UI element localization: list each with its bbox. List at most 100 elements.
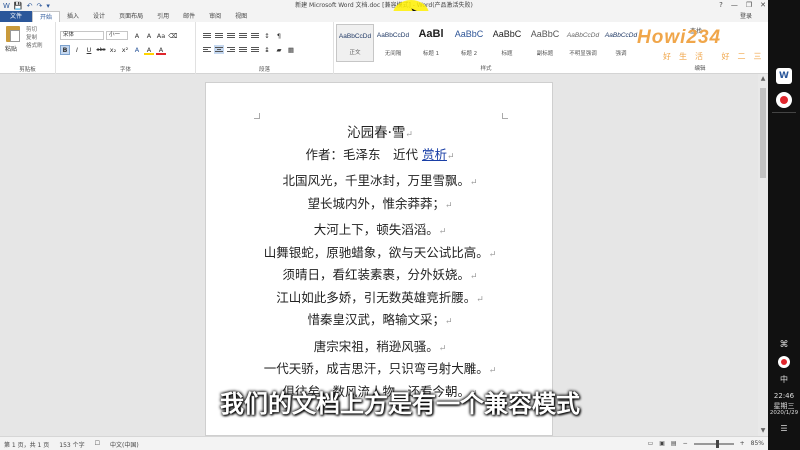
paste-button[interactable]: 粘贴 [5,44,17,53]
bullets-icon[interactable] [202,31,212,40]
shading-icon[interactable]: ▰ [274,45,284,55]
align-left-icon[interactable] [202,45,212,54]
poem-line: 须晴日，看红装素裹，分外妖娆。↵ [282,267,478,282]
grow-font-icon[interactable]: A [132,31,142,41]
divider [772,112,796,113]
appreciation-link[interactable]: 赏析 [422,147,447,162]
tab-view[interactable]: 视图 [228,11,254,22]
print-layout-icon[interactable]: ▣ [659,440,665,447]
show-marks-icon[interactable]: ¶ [274,31,284,41]
record-icon[interactable] [776,92,792,108]
increase-indent-icon[interactable] [250,31,260,40]
zoom-level[interactable]: 85% [751,440,764,447]
justify-icon[interactable] [238,45,248,54]
decrease-indent-icon[interactable] [238,31,248,40]
distribute-icon[interactable] [250,45,260,54]
zoom-out-icon[interactable]: − [683,440,688,447]
close-button[interactable]: ✕ [760,0,766,10]
multilevel-list-icon[interactable] [226,31,236,40]
scroll-up-icon[interactable]: ▲ [758,74,768,84]
tab-design[interactable]: 设计 [86,11,112,22]
tray-record-icon[interactable] [778,356,790,368]
help-icon[interactable]: ? [719,0,723,10]
style-no-spacing[interactable]: AaBbCcDd 无间隔 [374,24,412,62]
tab-file[interactable]: 文件 [0,11,33,22]
borders-icon[interactable]: ▦ [286,45,296,55]
zoom-slider[interactable] [693,439,734,448]
strikethrough-button[interactable]: abc [96,45,106,55]
scroll-down-icon[interactable]: ▼ [758,426,768,436]
clock-date: 2020/1/29 [769,410,799,416]
style-sample: AaBl [418,28,444,40]
font-size-dropdown[interactable]: 小一 [106,31,128,40]
paragraph-group-label: 段落 [258,67,270,73]
style-emphasis[interactable]: AaBbCcDd 强调 [602,24,640,62]
zoom-slider-thumb[interactable] [715,439,719,448]
style-name: 标题 1 [422,51,440,57]
tab-insert[interactable]: 插入 [60,11,86,22]
sort-icon[interactable]: ↕ [262,31,272,41]
zoom-in-icon[interactable]: + [740,440,745,447]
style-name: 正文 [349,50,361,56]
word-count[interactable]: 153 个字 [59,440,84,449]
list-controls: ↕ ¶ [202,31,284,41]
paste-icon[interactable] [6,26,20,42]
poem-line-text: 唐宗宋祖，稍逊风骚。 [313,338,439,354]
subscript-button[interactable]: x₂ [108,45,118,55]
style-heading-2[interactable]: AaBbC 标题 2 [450,24,488,62]
login-link[interactable]: 登录 [740,11,752,22]
bold-button[interactable]: B [60,45,70,55]
change-case-icon[interactable]: Aa [156,31,166,41]
web-layout-icon[interactable]: ▤ [671,440,677,447]
style-heading-1[interactable]: AaBl 标题 1 [412,24,450,62]
font-size-controls: A A Aa ⌫ [132,31,178,41]
font-color-button[interactable]: A [156,45,166,55]
cut-button[interactable]: 剪切 [26,26,43,34]
italic-button[interactable]: I [72,45,82,55]
style-title[interactable]: AaBbC 标题 [488,24,526,62]
align-right-icon[interactable] [226,45,236,54]
text-effects-button[interactable]: A [132,45,142,55]
clipboard-group-label: 剪贴板 [19,67,36,73]
page-count[interactable]: 第 1 页，共 1 页 [4,440,49,449]
superscript-button[interactable]: x² [120,45,130,55]
scroll-thumb[interactable] [760,88,766,178]
tab-layout[interactable]: 页面布局 [112,11,150,22]
align-center-icon[interactable] [214,45,224,54]
proofing-icon[interactable]: ☐ [95,440,100,449]
editing-group-label: 编辑 [694,66,706,72]
underline-button[interactable]: U [84,45,94,55]
minimize-button[interactable]: — [731,0,738,10]
clear-format-icon[interactable]: ⌫ [168,31,178,41]
style-subtle-emphasis[interactable]: AaBbCcDd 不明显强调 [564,24,602,62]
word-taskbar-icon[interactable]: W [776,68,792,84]
vertical-scrollbar[interactable]: ▲ ▼ [758,74,768,436]
font-name-dropdown[interactable]: 宋体 [60,31,104,40]
network-icon[interactable]: ⌘ [768,340,800,350]
tab-home[interactable]: 开始 [32,11,61,22]
styles-gallery: AaBbCcDd 正文 AaBbCcDd 无间隔 AaBl 标题 1 AaBbC… [336,24,640,62]
highlight-button[interactable]: A [144,45,154,55]
poem-line: 江山如此多娇，引无数英雄竞折腰。↵ [276,289,484,305]
style-normal[interactable]: AaBbCcDd 正文 [336,24,374,62]
format-painter-button[interactable]: 格式刷 [26,42,43,50]
line-spacing-icon[interactable]: ↨ [262,45,272,55]
tab-review[interactable]: 审阅 [202,11,228,22]
notifications-icon[interactable]: ☰ [768,424,800,433]
ime-indicator[interactable]: 中 [768,374,800,385]
style-subtitle[interactable]: AaBbC 副标题 [526,24,564,62]
shrink-font-icon[interactable]: A [144,31,154,41]
copy-button[interactable]: 复制 [26,34,43,42]
tab-mailings[interactable]: 邮件 [176,11,202,22]
restore-button[interactable]: ❐ [746,0,752,10]
poem-line-text: 须晴日，看红装素裹，分外妖娆。 [282,267,470,282]
window-title: 新建 Microsoft Word 文档.doc [兼容模式] - Word(产… [295,2,473,9]
style-sample: AaBbCcDd [338,33,372,40]
style-sample: AaBbCcDd [566,32,600,39]
numbering-icon[interactable] [214,31,224,40]
tab-references[interactable]: 引用 [150,11,176,22]
document-page[interactable]: 沁园春·雪↵ 作者：毛泽东 近代 赏析↵ 北国风光，千里冰封，万里雪飘。↵ 望长… [205,82,553,436]
style-name: 不明显强调 [569,51,597,57]
language-indicator[interactable]: 中文(中国) [110,440,139,449]
read-mode-icon[interactable]: ▭ [648,440,654,447]
